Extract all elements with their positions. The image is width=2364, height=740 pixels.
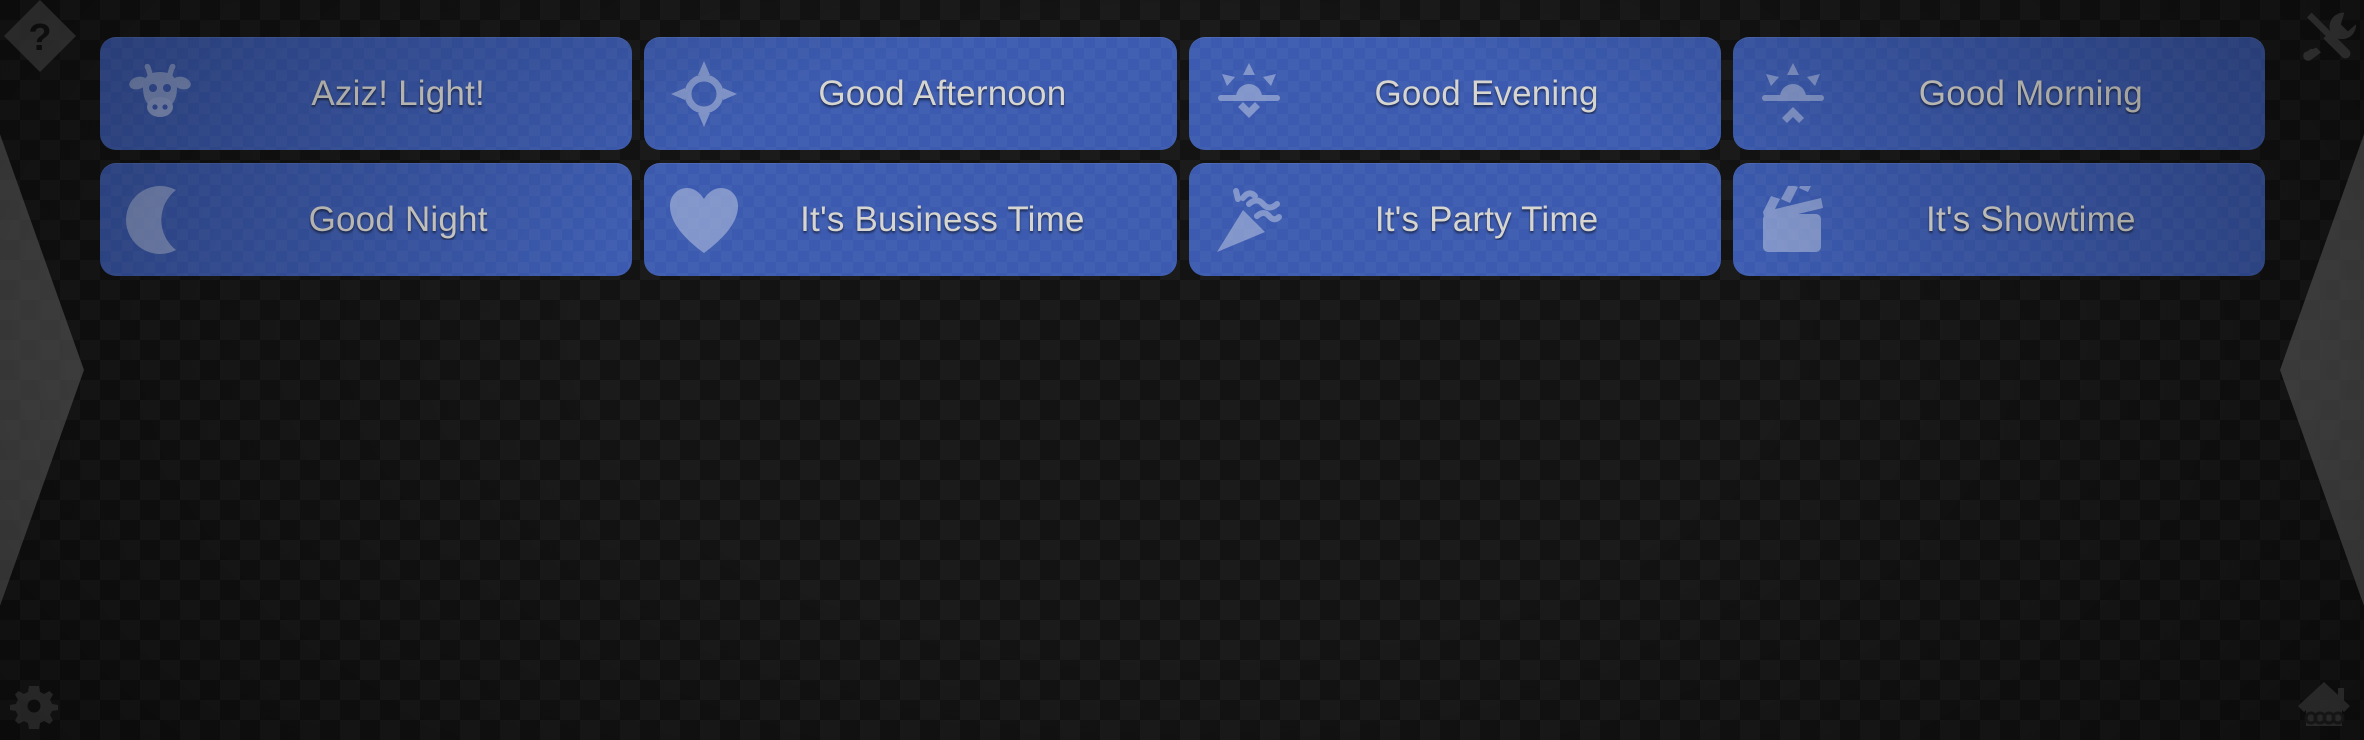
scene-button-label: Good Night (308, 199, 488, 239)
sunset-icon (1211, 56, 1287, 132)
next-page-arrow[interactable] (2258, 0, 2364, 740)
cow-icon (122, 56, 198, 132)
gear-icon[interactable] (6, 678, 62, 734)
scene-button-grid: Aziz! Light! Good Afternoon Good Evening… (100, 37, 2265, 276)
scene-dashboard: ? Aziz! Light! Good Afternoon Good Eveni… (0, 0, 2364, 740)
sunrise-icon (1755, 56, 1831, 132)
party-popper-icon (1211, 182, 1287, 258)
crescent-moon-icon (122, 182, 198, 258)
home-icon[interactable] (2292, 672, 2356, 736)
scene-button-label: Good Evening (1374, 73, 1599, 113)
scene-button-business-time[interactable]: It's Business Time (644, 163, 1177, 276)
prev-page-arrow[interactable] (0, 0, 106, 740)
scene-button-label: Good Morning (1918, 73, 2143, 113)
scene-button-good-morning[interactable]: Good Morning (1732, 37, 2265, 150)
scene-button-label: It's Showtime (1926, 199, 2136, 239)
tools-wrench-screwdriver-icon[interactable] (2296, 4, 2360, 68)
scene-button-good-evening[interactable]: Good Evening (1188, 37, 1721, 150)
scene-button-label: Good Afternoon (818, 73, 1067, 113)
scene-button-label: It's Party Time (1374, 199, 1599, 239)
help-question-icon[interactable]: ? (0, 0, 80, 76)
sun-brightness-icon (666, 56, 742, 132)
svg-text:?: ? (28, 17, 51, 59)
scene-button-aziz-light[interactable]: Aziz! Light! (100, 37, 633, 150)
scene-button-good-afternoon[interactable]: Good Afternoon (644, 37, 1177, 150)
scene-button-label: Aziz! Light! (311, 73, 485, 113)
scene-button-showtime[interactable]: It's Showtime (1732, 163, 2265, 276)
scene-button-good-night[interactable]: Good Night (100, 163, 633, 276)
scene-button-party-time[interactable]: It's Party Time (1188, 163, 1721, 276)
heart-icon (666, 182, 742, 258)
scene-button-label: It's Business Time (800, 199, 1085, 239)
clapperboard-icon (1755, 182, 1831, 258)
